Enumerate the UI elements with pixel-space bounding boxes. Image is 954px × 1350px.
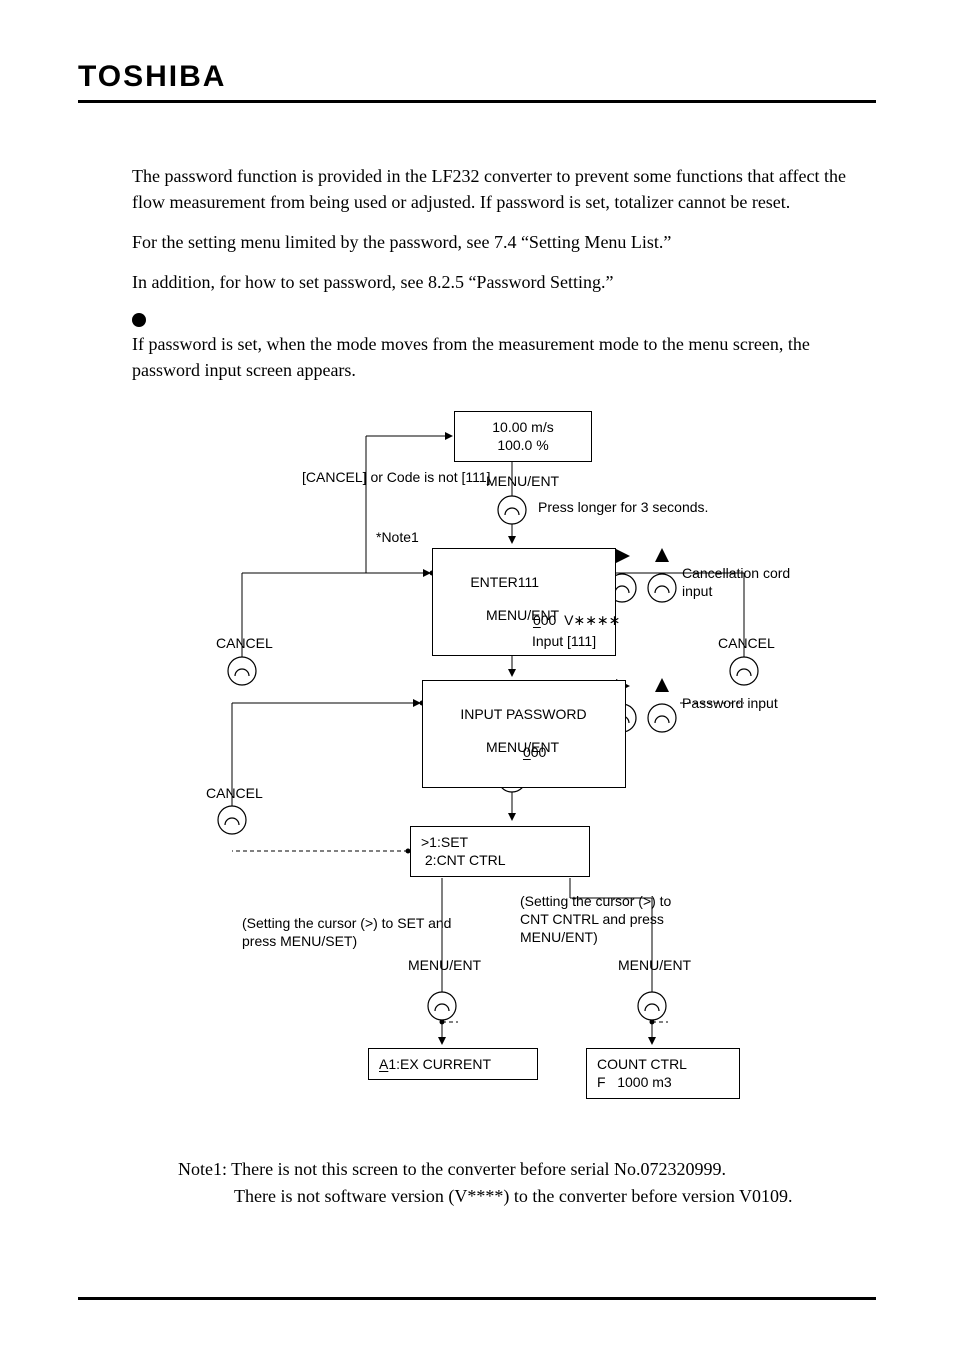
menu-box: >1:SET 2:CNT CTRL	[410, 826, 590, 878]
input-password-box: INPUT PASSWORD 000	[422, 680, 626, 788]
menu-ent-3: MENU/ENT	[486, 738, 559, 756]
password-input-label: Password input	[682, 694, 778, 712]
footnote-line1: Note1: There is not this screen to the c…	[178, 1156, 876, 1183]
flow-diagram: 10.00 m/s 100.0 % ENTER111 000 V∗∗∗∗ INP…	[132, 408, 822, 1128]
menu-ent-2: MENU/ENT	[486, 606, 559, 624]
cancel-low-label: CANCEL	[206, 784, 263, 802]
a1-ex-box: A1:EX CURRENT	[368, 1048, 538, 1081]
input-password-text: INPUT PASSWORD	[460, 706, 586, 722]
display-top-box: 10.00 m/s 100.0 %	[454, 411, 592, 463]
cancel-cord-label: Cancellation cord input	[682, 564, 822, 600]
menu-ent-right: MENU/ENT	[618, 956, 691, 974]
a1-rest: 1:EX CURRENT	[388, 1056, 491, 1072]
press-longer: Press longer for 3 seconds.	[538, 498, 708, 516]
cancel-right-label: CANCEL	[718, 634, 775, 652]
paragraph-2: For the setting menu limited by the pass…	[132, 229, 876, 255]
paragraph-3: In addition, for how to set password, se…	[132, 269, 876, 295]
bullet-icon	[132, 313, 146, 327]
cancel-or-not111: [CANCEL] or Code is not [111]	[302, 468, 491, 486]
menu-ent-left: MENU/ENT	[408, 956, 481, 974]
enter111-text: ENTER111	[470, 574, 539, 590]
a1-under: A	[379, 1056, 388, 1072]
count-ctrl-box: COUNT CTRL F 1000 m3	[586, 1048, 740, 1100]
paragraph-1: The password function is provided in the…	[132, 163, 876, 215]
footer-rule	[78, 1297, 876, 1300]
menu-ent-1: MENU/ENT	[486, 472, 559, 490]
note1-ref: *Note1	[376, 528, 419, 546]
brand-logo: TOSHIBA	[78, 60, 876, 94]
cancel-mid-label: CANCEL	[216, 634, 273, 652]
paragraph-4: If password is set, when the mode moves …	[132, 331, 876, 383]
footnote-line2: There is not software version (V****) to…	[234, 1183, 876, 1210]
header-rule	[78, 100, 876, 103]
footnote: Note1: There is not this screen to the c…	[178, 1156, 876, 1210]
input111-label: Input [111]	[532, 632, 596, 650]
cursor-set-label: (Setting the cursor (>) to SET and press…	[242, 914, 462, 950]
vstars: V∗∗∗∗	[564, 612, 620, 628]
cursor-cnt-label: (Setting the cursor (>) to CNT CNTRL and…	[520, 892, 690, 947]
